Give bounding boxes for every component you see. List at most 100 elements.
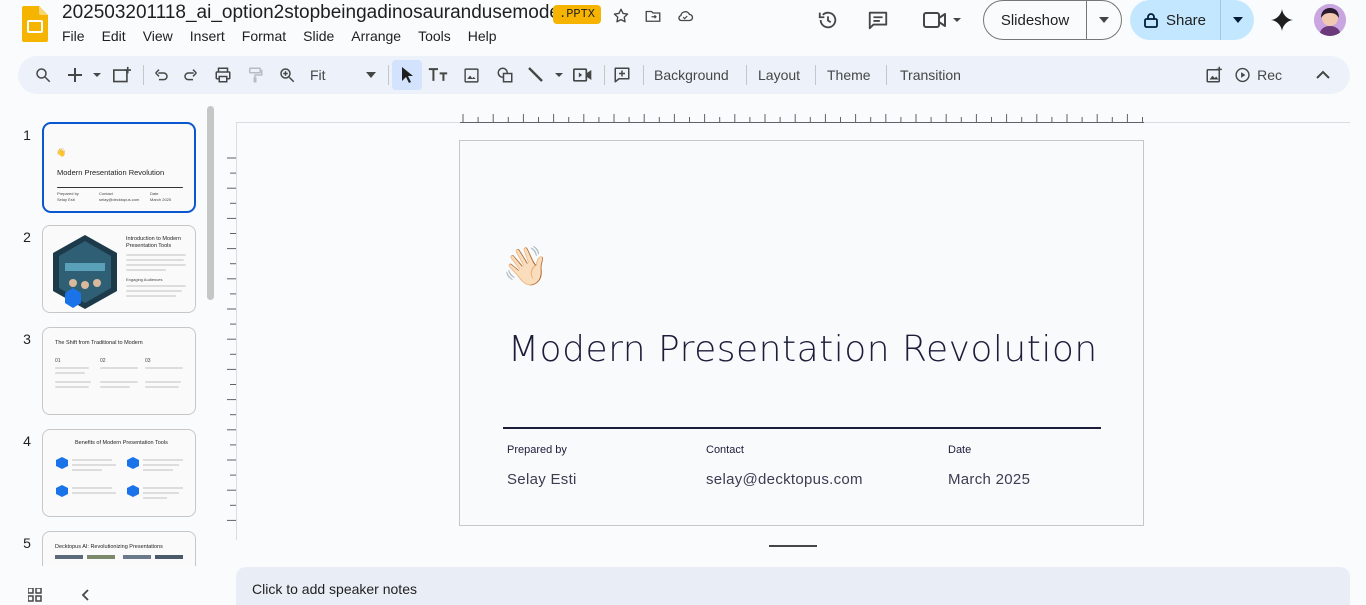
print-icon[interactable] bbox=[212, 63, 234, 87]
collapse-filmstrip-chevron-icon[interactable] bbox=[70, 580, 100, 605]
transition-label: Transition bbox=[900, 67, 961, 83]
new-slide-icon[interactable] bbox=[110, 63, 134, 87]
gemini-icon[interactable] bbox=[1264, 2, 1300, 38]
slide-title[interactable]: Modern Presentation Revolution bbox=[508, 329, 1098, 370]
slide-canvas[interactable]: 👋🏻 Modern Presentation Revolution Prepar… bbox=[459, 140, 1144, 526]
image-icon[interactable] bbox=[460, 63, 482, 87]
prepared-by-value[interactable]: Selay Esti bbox=[507, 471, 577, 488]
zoom-value: Fit bbox=[310, 67, 326, 83]
redo-icon[interactable] bbox=[180, 63, 202, 87]
select-icon[interactable] bbox=[392, 60, 422, 90]
thumb-title: Modern Presentation Revolution bbox=[57, 168, 165, 177]
add-icon[interactable] bbox=[66, 63, 104, 87]
video-icon[interactable] bbox=[572, 63, 594, 87]
thumb-label: Prepared by bbox=[57, 191, 79, 196]
thumb-benefit-icons bbox=[56, 457, 183, 499]
date-value[interactable]: March 2025 bbox=[948, 471, 1030, 488]
filmstrip-scrollbar[interactable] bbox=[207, 106, 214, 300]
slide-thumbnail[interactable]: Decktopus AI: Revolutionizing Presentati… bbox=[42, 531, 196, 566]
slide-thumbnail[interactable]: The Shift from Traditional to Modern 01 … bbox=[42, 327, 196, 415]
theme-label: Theme bbox=[827, 67, 871, 83]
avatar[interactable] bbox=[1314, 4, 1346, 36]
thumb-text-line bbox=[126, 290, 182, 292]
horizontal-ruler[interactable] bbox=[460, 112, 1144, 123]
layout-label: Layout bbox=[758, 67, 801, 83]
slide-thumbnail[interactable]: Introduction to Modern Presentation Tool… bbox=[42, 225, 196, 313]
slide-number: 1 bbox=[23, 127, 31, 143]
slide-number: 5 bbox=[23, 535, 31, 551]
meet-icon[interactable] bbox=[918, 2, 966, 38]
thumb-title: Introduction to Modern Presentation Tool… bbox=[126, 236, 182, 249]
comment-add-icon[interactable] bbox=[610, 63, 634, 87]
comments-icon[interactable] bbox=[860, 2, 896, 38]
menu-view[interactable]: View bbox=[143, 27, 180, 47]
grid-view-icon[interactable] bbox=[20, 580, 50, 605]
zoom-icon[interactable] bbox=[276, 63, 298, 87]
zoom-select[interactable]: Fit bbox=[306, 63, 376, 87]
wave-emoji-thumb: 👋 bbox=[56, 148, 66, 157]
menu-arrange[interactable]: Arrange bbox=[351, 27, 408, 47]
menu-tools[interactable]: Tools bbox=[418, 27, 458, 47]
thumb-text-line bbox=[126, 295, 176, 297]
slide-number: 4 bbox=[23, 433, 31, 449]
star-icon[interactable] bbox=[610, 5, 632, 27]
theme-button[interactable]: Theme bbox=[821, 63, 877, 87]
record-icon bbox=[1235, 67, 1250, 83]
speaker-notes[interactable]: Click to add speaker notes bbox=[236, 567, 1350, 605]
thumb-title: Benefits of Modern Presentation Tools bbox=[75, 440, 168, 446]
menu-slide[interactable]: Slide bbox=[303, 27, 341, 47]
date-label[interactable]: Date bbox=[948, 444, 971, 456]
history-icon[interactable] bbox=[810, 2, 846, 38]
slideshow-button[interactable]: Slideshow bbox=[984, 1, 1087, 39]
thumb-title: Decktopus AI: Revolutionizing Presentati… bbox=[55, 544, 163, 550]
insert-image-icon[interactable] bbox=[1202, 63, 1226, 87]
line-icon[interactable] bbox=[526, 63, 566, 87]
slide-divider[interactable] bbox=[503, 427, 1101, 429]
prepared-by-label[interactable]: Prepared by bbox=[507, 444, 567, 456]
thumb-col-number: 03 bbox=[145, 358, 151, 364]
shape-icon[interactable] bbox=[494, 63, 516, 87]
slideshow-options-chevron-icon[interactable] bbox=[1087, 1, 1121, 39]
thumb-hexagon-image bbox=[53, 235, 117, 309]
collapse-icon[interactable] bbox=[1312, 63, 1334, 87]
text-box-icon[interactable] bbox=[426, 63, 450, 87]
thumb-text-line bbox=[126, 264, 186, 266]
menu-file[interactable]: File bbox=[62, 27, 92, 47]
move-to-folder-icon[interactable] bbox=[642, 5, 664, 27]
share-button[interactable]: Share bbox=[1130, 0, 1221, 40]
search-icon[interactable] bbox=[32, 63, 54, 87]
toolbar-separator bbox=[886, 65, 887, 85]
document-title[interactable]: 202503201118_ai_option2stopbeingadinosau… bbox=[62, 2, 566, 24]
slide-number: 3 bbox=[23, 331, 31, 347]
record-button[interactable]: Rec bbox=[1234, 63, 1282, 87]
menu-help[interactable]: Help bbox=[468, 27, 504, 47]
thumb-text-line bbox=[126, 269, 166, 271]
undo-icon[interactable] bbox=[150, 63, 172, 87]
thumb-text-line bbox=[126, 259, 184, 261]
vertical-ruler[interactable] bbox=[226, 140, 236, 530]
contact-label[interactable]: Contact bbox=[706, 444, 744, 456]
thumb-text-line bbox=[126, 285, 186, 287]
toolbar-separator bbox=[815, 65, 816, 85]
slides-logo-icon[interactable] bbox=[22, 6, 48, 42]
background-button[interactable]: Background bbox=[648, 63, 735, 87]
transition-button[interactable]: Transition bbox=[894, 63, 967, 87]
thumb-text-line bbox=[100, 367, 138, 369]
menu-insert[interactable]: Insert bbox=[190, 27, 232, 47]
notes-resize-handle[interactable] bbox=[769, 545, 817, 547]
menu-edit[interactable]: Edit bbox=[102, 27, 133, 47]
thumb-rule bbox=[57, 187, 183, 188]
paint-format-icon[interactable] bbox=[244, 63, 266, 87]
layout-button[interactable]: Layout bbox=[752, 63, 806, 87]
background-label: Background bbox=[654, 67, 729, 83]
slide-thumbnail[interactable]: 👋 Modern Presentation Revolution Prepare… bbox=[42, 122, 196, 213]
slide-thumbnail[interactable]: Benefits of Modern Presentation Tools bbox=[42, 429, 196, 517]
cloud-status-icon[interactable] bbox=[674, 5, 696, 27]
menu-format[interactable]: Format bbox=[242, 27, 293, 47]
thumb-label: Contact bbox=[99, 191, 113, 196]
wave-emoji[interactable]: 👋🏻 bbox=[502, 244, 549, 290]
contact-value[interactable]: selay@decktopus.com bbox=[706, 471, 863, 488]
share-options-chevron-icon[interactable] bbox=[1221, 0, 1254, 40]
speaker-notes-placeholder[interactable]: Click to add speaker notes bbox=[252, 581, 417, 597]
slideshow-button-group: Slideshow bbox=[983, 0, 1122, 40]
